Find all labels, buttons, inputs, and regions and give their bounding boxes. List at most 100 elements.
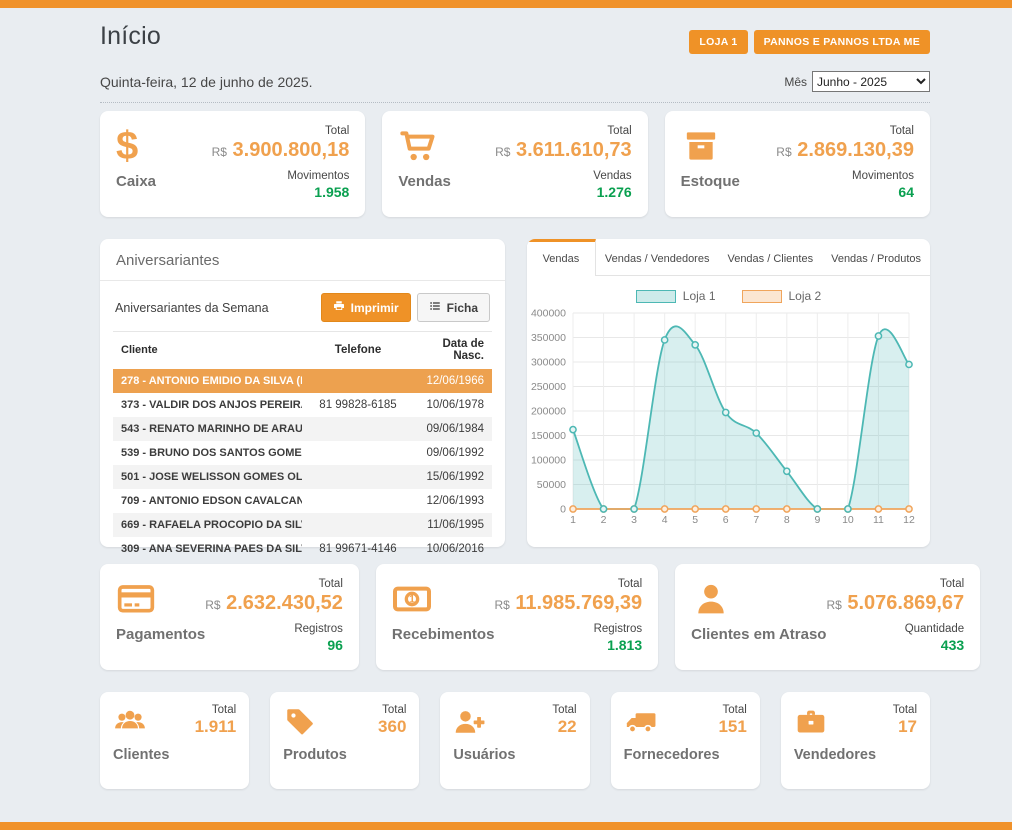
cell-data-nasc: 12/06/1966 xyxy=(414,375,484,387)
count-card-produtos[interactable]: Total 360 Produtos xyxy=(270,692,419,789)
sales-chart-panel: Vendas Vendas / Vendedores Vendas / Clie… xyxy=(527,239,930,547)
cell-cliente: 709 - ANTONIO EDSON CAVALCANTE D... xyxy=(121,495,302,507)
total-label: Total xyxy=(378,704,406,716)
stat-card-estoque[interactable]: Estoque Total R$ 2.869.130,39 Movimentos… xyxy=(665,111,930,217)
tab-vendas-vendedores[interactable]: Vendas / Vendedores xyxy=(596,239,719,275)
legend-label: Loja 2 xyxy=(789,289,822,303)
date-row: Quinta-feira, 12 de junho de 2025. Mês J… xyxy=(100,71,930,103)
legend-label: Loja 1 xyxy=(683,289,716,303)
count-card-right: Total 17 xyxy=(893,704,917,740)
page-header: Início LOJA 1PANNOS E PANNOS LTDA ME xyxy=(100,22,930,54)
stat-card-left: Vendas xyxy=(398,125,451,205)
svg-text:150000: 150000 xyxy=(531,430,566,442)
count-card-vendedores[interactable]: Total 17 Vendedores xyxy=(781,692,930,789)
stat-card-left: Clientes em Atraso xyxy=(691,578,826,658)
svg-text:0: 0 xyxy=(560,504,566,516)
header-buttons: LOJA 1 PANNOS E PANNOS LTDA ME xyxy=(689,30,930,54)
currency-label: R$ xyxy=(776,145,791,159)
month-label: Mês xyxy=(784,75,807,89)
svg-text:10: 10 xyxy=(842,514,854,526)
tab-vendas[interactable]: Vendas xyxy=(527,239,596,276)
user-plus-icon xyxy=(453,704,487,740)
stat-card-pagamentos[interactable]: Pagamentos Total R$ 2.632.430,52 Registr… xyxy=(100,564,359,670)
table-header: Cliente Telefone Data de Nasc. xyxy=(113,331,492,369)
total-value: R$ 5.076.869,67 xyxy=(826,592,964,615)
svg-text:4: 4 xyxy=(662,514,668,526)
header-button-loja-1[interactable]: LOJA 1 xyxy=(689,30,747,54)
count-label: Vendas xyxy=(495,170,632,182)
count-card-label: Clientes xyxy=(113,747,236,763)
ficha-button[interactable]: Ficha xyxy=(417,293,490,322)
svg-text:3: 3 xyxy=(631,514,637,526)
count-card-right: Total 360 xyxy=(378,704,406,740)
count-card-fornecedores[interactable]: Total 151 Fornecedores xyxy=(611,692,760,789)
header-button-pannos-e-pannos-ltda-me[interactable]: PANNOS E PANNOS LTDA ME xyxy=(754,30,930,54)
user-icon xyxy=(691,578,826,620)
legend-item-loja-1[interactable]: Loja 1 xyxy=(636,289,716,303)
stat-card-caixa[interactable]: $ Caixa Total R$ 3.900.800,18 Movimentos… xyxy=(100,111,365,217)
tab-vendas-produtos[interactable]: Vendas / Produtos xyxy=(822,239,930,275)
dashboard: Início LOJA 1PANNOS E PANNOS LTDA ME Qui… xyxy=(100,8,930,789)
count-card-value: 151 xyxy=(718,717,746,737)
legend-item-loja-2[interactable]: Loja 2 xyxy=(742,289,822,303)
count-card-label: Vendedores xyxy=(794,747,917,763)
stat-card-clientes-em-atraso[interactable]: Clientes em Atraso Total R$ 5.076.869,67… xyxy=(675,564,980,670)
briefcase-icon xyxy=(794,704,828,740)
cell-cliente: 278 - ANTONIO EMIDIO DA SILVA (PALE... xyxy=(121,375,302,387)
count-label: Movimentos xyxy=(776,170,914,182)
total-value: R$ 2.632.430,52 xyxy=(205,592,343,615)
total-label: Total xyxy=(212,125,350,137)
count-cards-row: Total 1.911 Clientes Total 360 Produtos … xyxy=(100,692,930,789)
sales-area-chart: 0500001000001500002000002500003000003500… xyxy=(527,305,930,534)
table-row[interactable]: 501 - JOSE WELISSON GOMES OLIVEIR... 15/… xyxy=(113,465,492,489)
cart-icon xyxy=(398,125,451,167)
stat-card-vendas[interactable]: Vendas Total R$ 3.611.610,73 Vendas 1.27… xyxy=(382,111,647,217)
count-label: Quantidade xyxy=(826,623,964,635)
count-card-usuarios[interactable]: Total 22 Usuários xyxy=(440,692,589,789)
total-label: Total xyxy=(195,704,237,716)
count-card-clientes[interactable]: Total 1.911 Clientes xyxy=(100,692,249,789)
total-label: Total xyxy=(205,578,343,590)
birthdays-buttons: Imprimir Ficha xyxy=(321,293,490,322)
count-card-top: Total 360 xyxy=(283,704,406,740)
stat-cards-row-2: Pagamentos Total R$ 2.632.430,52 Registr… xyxy=(100,564,930,670)
stat-cards-row-1: $ Caixa Total R$ 3.900.800,18 Movimentos… xyxy=(100,111,930,217)
printer-icon xyxy=(333,300,345,315)
svg-text:9: 9 xyxy=(814,514,820,526)
cell-cliente: 309 - ANA SEVERINA PAES DA SILVA xyxy=(121,543,302,555)
print-button-label: Imprimir xyxy=(351,301,399,315)
tag-icon xyxy=(283,704,317,740)
top-accent-bar xyxy=(0,0,1012,8)
table-row[interactable]: 373 - VALDIR DOS ANJOS PEREIRA (AN... 81… xyxy=(113,393,492,417)
month-select[interactable]: Junho - 2025 xyxy=(812,71,930,92)
cell-data-nasc: 11/06/1995 xyxy=(414,519,484,531)
stat-card-label: Pagamentos xyxy=(116,626,205,643)
chart-tabs: Vendas Vendas / Vendedores Vendas / Clie… xyxy=(527,239,930,276)
table-row[interactable]: 543 - RENATO MARINHO DE ARAUJO (F... 09/… xyxy=(113,417,492,441)
count-value: 64 xyxy=(776,184,914,200)
count-value: 96 xyxy=(205,637,343,653)
chart-legend: Loja 1 Loja 2 xyxy=(527,289,930,303)
birthdays-table: 278 - ANTONIO EMIDIO DA SILVA (PALE... 1… xyxy=(113,369,492,561)
count-value: 1.276 xyxy=(495,184,632,200)
table-row[interactable]: 539 - BRUNO DOS SANTOS GOMES 09/06/1992 xyxy=(113,441,492,465)
table-row[interactable]: 309 - ANA SEVERINA PAES DA SILVA 81 9967… xyxy=(113,537,492,561)
currency-label: R$ xyxy=(494,598,509,612)
birthdays-toolbar: Aniversariantes da Semana Imprimir Ficha xyxy=(115,293,490,322)
stat-card-left: 1 Recebimentos xyxy=(392,578,495,658)
cell-cliente: 373 - VALDIR DOS ANJOS PEREIRA (AN... xyxy=(121,399,302,411)
total-label: Total xyxy=(893,704,917,716)
table-row[interactable]: 278 - ANTONIO EMIDIO DA SILVA (PALE... 1… xyxy=(113,369,492,393)
credit-card-icon xyxy=(116,578,205,620)
table-row[interactable]: 669 - RAFAELA PROCOPIO DA SILVA CA... 11… xyxy=(113,513,492,537)
table-row[interactable]: 709 - ANTONIO EDSON CAVALCANTE D... 12/0… xyxy=(113,489,492,513)
count-card-right: Total 22 xyxy=(552,704,576,740)
cell-telefone: 81 99671-4146 xyxy=(302,543,414,555)
total-label: Total xyxy=(826,578,964,590)
count-card-right: Total 1.911 xyxy=(195,704,237,740)
tab-vendas-clientes[interactable]: Vendas / Clientes xyxy=(718,239,822,275)
box-icon xyxy=(681,125,740,167)
print-button[interactable]: Imprimir xyxy=(321,293,411,322)
stat-card-recebimentos[interactable]: 1 Recebimentos Total R$ 11.985.769,39 Re… xyxy=(376,564,658,670)
stat-card-label: Vendas xyxy=(398,173,451,190)
